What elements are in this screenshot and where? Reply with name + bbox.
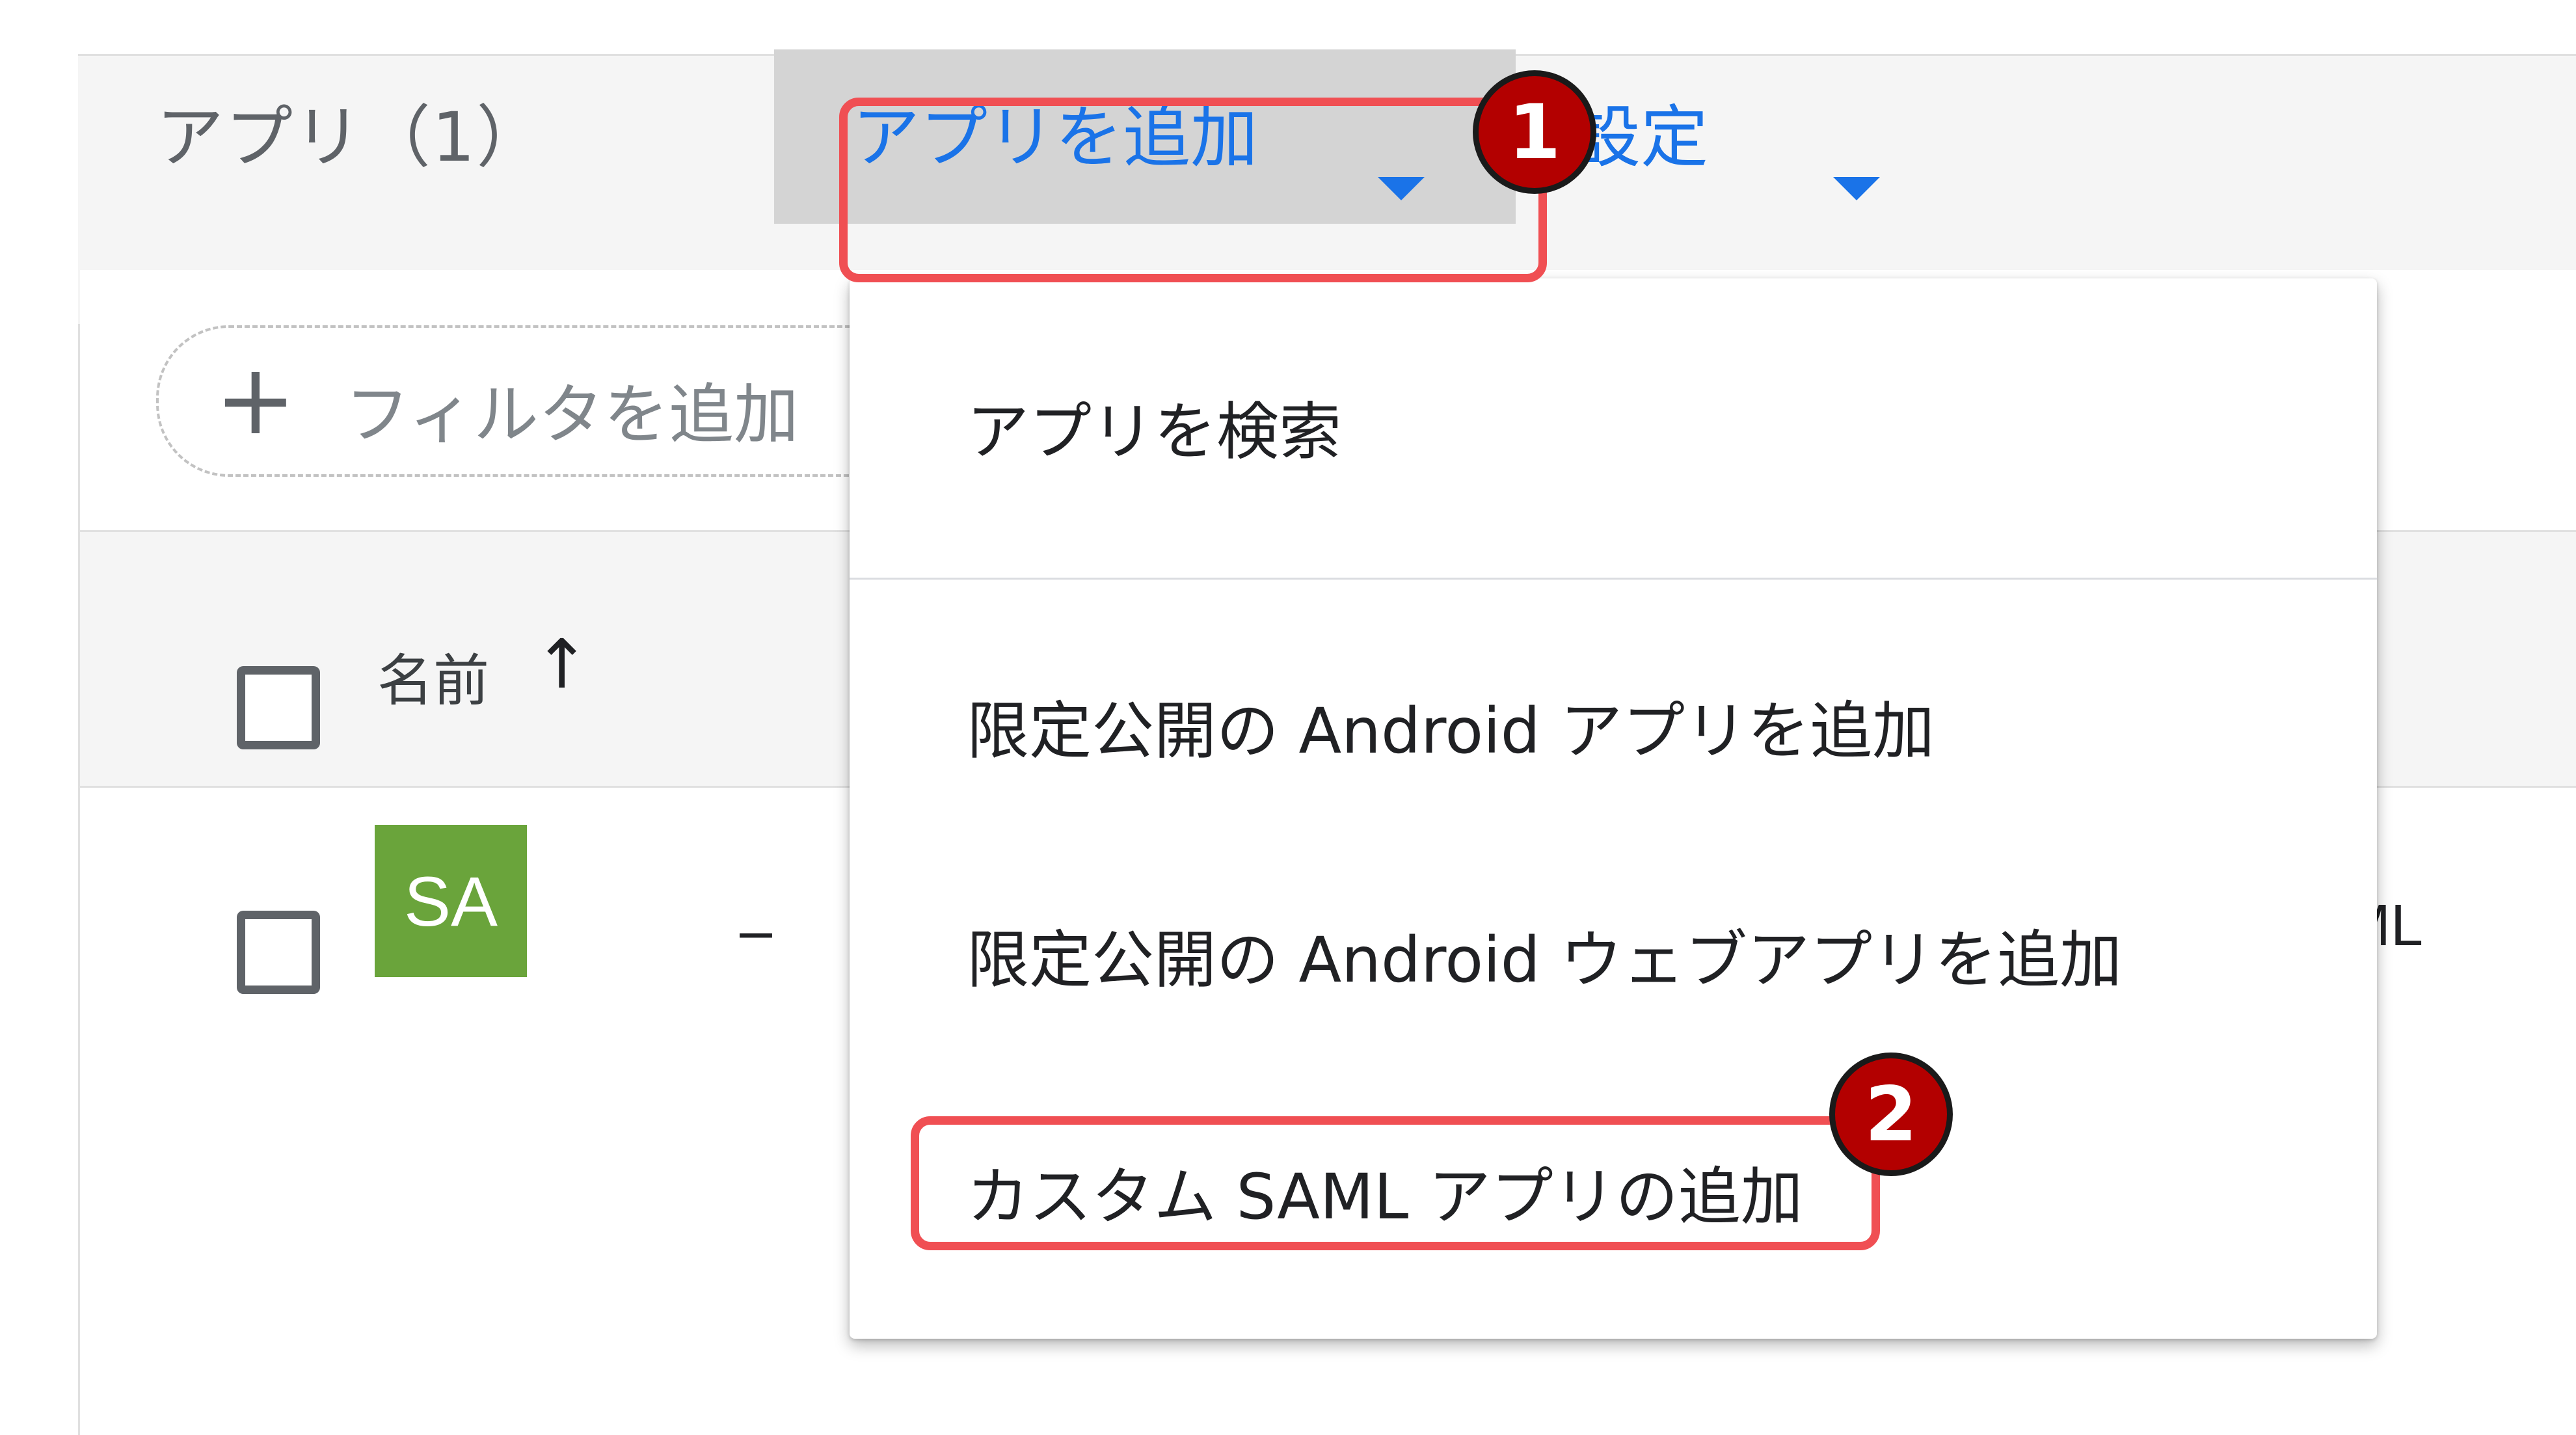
menu-item-add-private-android-app[interactable]: 限定公開の Android アプリを追加 — [967, 680, 1935, 771]
app-avatar: SA — [375, 825, 527, 977]
menu-divider — [850, 578, 2377, 580]
arrow-up-icon[interactable]: ↑ — [533, 624, 590, 704]
highlight-custom-saml-item — [911, 1116, 1880, 1250]
add-filter-label: フィルタを追加 — [345, 377, 799, 453]
app-name[interactable]: _ — [740, 865, 771, 938]
menu-item-add-private-android-web-app[interactable]: 限定公開の Android ウェブアプリを追加 — [967, 909, 2122, 1000]
highlight-add-app-button — [839, 98, 1547, 282]
step-badge-1: 1 — [1473, 70, 1596, 194]
menu-item-search-apps[interactable]: アプリを検索 — [967, 381, 1341, 472]
apps-count-title: アプリ（1） — [156, 98, 546, 177]
caret-down-icon — [1833, 177, 1880, 200]
select-all-checkbox[interactable] — [237, 666, 320, 749]
row-checkbox[interactable] — [237, 911, 320, 994]
column-header-name[interactable]: 名前 — [377, 635, 489, 716]
step-badge-2: 2 — [1829, 1053, 1953, 1176]
plus-icon: + — [215, 343, 297, 457]
